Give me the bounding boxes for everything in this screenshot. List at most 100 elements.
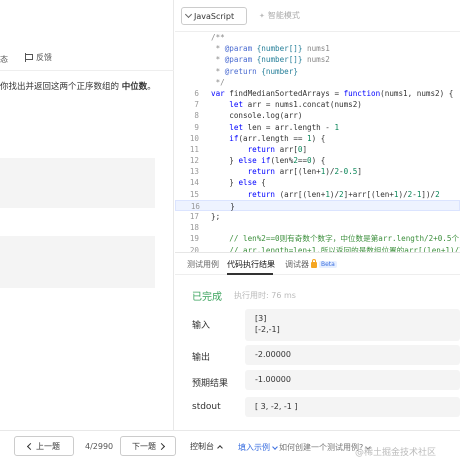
console-toggle[interactable]: 控制台 xyxy=(190,441,223,452)
line-number: 15 xyxy=(189,189,199,199)
line-number: 6 xyxy=(194,88,199,98)
smart-mode-label: 智能模式 xyxy=(267,11,300,20)
chevron-down-icon xyxy=(184,10,193,19)
tab-debugger[interactable]: 调试器 Beta xyxy=(285,259,337,270)
code-line[interactable]: 6 var findMedianSortedArrays = function(n… xyxy=(175,88,460,99)
problem-tabs: 态 反馈 xyxy=(0,48,174,70)
code-line[interactable]: 10 if(arr.length == 1) { xyxy=(175,133,460,144)
line-number: 10 xyxy=(189,133,199,143)
tab-testcases[interactable]: 测试用例 xyxy=(187,259,219,270)
code-text: } else if(len%2==0) { xyxy=(211,156,326,166)
code-text: let len = arr.length - 1 xyxy=(229,122,340,132)
line-number: 8 xyxy=(194,111,199,121)
code-line[interactable]: 12 } else if(len%2==0) { xyxy=(175,155,460,166)
language-label: JavaScript xyxy=(194,11,235,21)
code-text: * @param {number[]} nums1 xyxy=(211,44,330,54)
problem-pager: 4/2990 xyxy=(85,442,114,451)
code-text: }; xyxy=(211,212,221,221)
code-line[interactable]: 17}; xyxy=(175,211,460,222)
feedback-label: 反馈 xyxy=(36,53,52,62)
code-text: return arr[(len+1)/2-0.5] xyxy=(247,167,362,177)
description-text: 你找出并返回这两个正序数组的 xyxy=(0,82,122,92)
code-editor[interactable]: /** * @param {number[]} nums1 * @param {… xyxy=(175,32,460,252)
line-number: 12 xyxy=(189,156,199,166)
code-line[interactable]: * @return {number} xyxy=(175,66,460,77)
code-text: if(arr.length == 1) { xyxy=(229,133,326,143)
stdout-value: [ 3, -2, -1 ] xyxy=(245,397,460,417)
prev-problem-button[interactable]: 上一题 xyxy=(14,436,74,456)
code-line[interactable]: 11 return arr[0] xyxy=(175,144,460,155)
next-problem-button[interactable]: 下一题 xyxy=(120,436,176,456)
input-line-2: [-2,-1] xyxy=(255,325,280,334)
sparkle-icon: ✦ xyxy=(259,11,265,20)
next-label: 下一题 xyxy=(132,441,156,451)
input-label: 输入 xyxy=(192,321,211,331)
code-line[interactable]: 20 // arr.length=len+1,所以返回的是数组位置的arr[(l… xyxy=(175,245,460,252)
how-to-label: 如何创建一个测试用例? xyxy=(279,443,364,452)
console-label: 控制台 xyxy=(190,442,214,451)
expected-value: -1.00000 xyxy=(245,370,460,390)
active-tab-indicator xyxy=(227,273,273,275)
stdout-label: stdout xyxy=(192,402,221,412)
code-line[interactable]: 16 } xyxy=(175,199,460,211)
divider xyxy=(0,70,174,71)
code-line[interactable]: * @param {number[]} nums1 xyxy=(175,43,460,54)
chevron-down-icon xyxy=(272,443,278,450)
code-text: console.log(arr) xyxy=(211,111,303,121)
code-line[interactable]: /** xyxy=(175,32,460,43)
tab-solutions-partial[interactable]: 态 xyxy=(0,54,8,65)
example-block-2 xyxy=(0,236,155,288)
code-line[interactable]: 8 console.log(arr) xyxy=(175,110,460,121)
flag-icon xyxy=(24,53,33,62)
chevron-up-icon xyxy=(217,445,223,451)
chevron-left-icon xyxy=(26,442,35,450)
feedback-button[interactable]: 反馈 xyxy=(24,52,52,63)
code-text: // len%2==0则有奇数个数字，中位数是第arr.length/2+0.5… xyxy=(229,234,460,244)
line-number: 17 xyxy=(189,212,199,221)
line-number: 13 xyxy=(189,167,199,177)
code-text: * @return {number} xyxy=(211,66,298,76)
code-line[interactable]: 7 let arr = nums1.concat(nums2) xyxy=(175,99,460,110)
code-line[interactable]: 19 // len%2==0则有奇数个数字，中位数是第arr.length/2+… xyxy=(175,233,460,244)
code-line[interactable]: */ xyxy=(175,77,460,88)
code-line[interactable]: 9 let len = arr.length - 1 xyxy=(175,122,460,133)
language-select[interactable]: JavaScript xyxy=(181,7,247,25)
line-number: 7 xyxy=(194,100,199,110)
line-number: 9 xyxy=(194,122,199,132)
code-line[interactable]: 18 xyxy=(175,222,460,233)
code-text: var findMedianSortedArrays = function(nu… xyxy=(211,88,454,98)
chevron-right-icon xyxy=(157,442,166,450)
expected-label: 预期结果 xyxy=(192,379,229,389)
code-line[interactable]: 15 return (arr[(len+1)/2]+arr[(len+1)/2-… xyxy=(175,189,460,200)
watermark: @稀土掘金技术社区 xyxy=(355,448,437,458)
code-text: return arr[0] xyxy=(247,144,308,154)
editor-toolbar: JavaScript ✦ 智能模式 xyxy=(175,0,460,32)
line-number: 11 xyxy=(189,144,199,154)
input-line-1: [3] xyxy=(255,314,267,323)
output-label: 输出 xyxy=(192,353,211,363)
input-value: [3] [-2,-1] xyxy=(245,309,460,341)
problem-description: 你找出并返回这两个正序数组的 中位数。 xyxy=(0,80,156,92)
debugger-label: 调试器 xyxy=(285,260,309,269)
output-value: -2.00000 xyxy=(245,345,460,365)
fill-example-button[interactable]: 填入示例 xyxy=(238,442,278,453)
line-number: 19 xyxy=(189,234,199,244)
beta-badge: Beta xyxy=(319,261,337,268)
code-line[interactable]: 14 } else { xyxy=(175,177,460,188)
leetcode-workspace: 态 反馈 你找出并返回这两个正序数组的 中位数。 JavaScript ✦ 智能… xyxy=(0,0,460,460)
code-line[interactable]: 13 return arr[(len+1)/2-0.5] xyxy=(175,166,460,177)
code-text: * @param {number[]} nums2 xyxy=(211,55,330,65)
run-status: 已完成 xyxy=(192,292,222,303)
description-suffix: 。 xyxy=(147,82,156,92)
result-tabs: 测试用例 代码执行结果 调试器 Beta xyxy=(175,253,460,275)
code-text: // arr.length=len+1,所以返回的是数组位置的arr[(len+… xyxy=(229,245,460,252)
line-number: 18 xyxy=(189,223,199,233)
code-text: return (arr[(len+1)/2]+arr[(len+1)/2-1])… xyxy=(247,189,440,199)
code-text: let arr = nums1.concat(nums2) xyxy=(229,100,362,110)
code-text: } else { xyxy=(211,178,266,188)
fill-example-label: 填入示例 xyxy=(238,443,270,452)
code-text: /** xyxy=(211,33,225,42)
code-line[interactable]: * @param {number[]} nums2 xyxy=(175,54,460,65)
smart-mode-toggle[interactable]: ✦ 智能模式 xyxy=(259,10,300,21)
tab-run-result[interactable]: 代码执行结果 xyxy=(227,259,275,270)
